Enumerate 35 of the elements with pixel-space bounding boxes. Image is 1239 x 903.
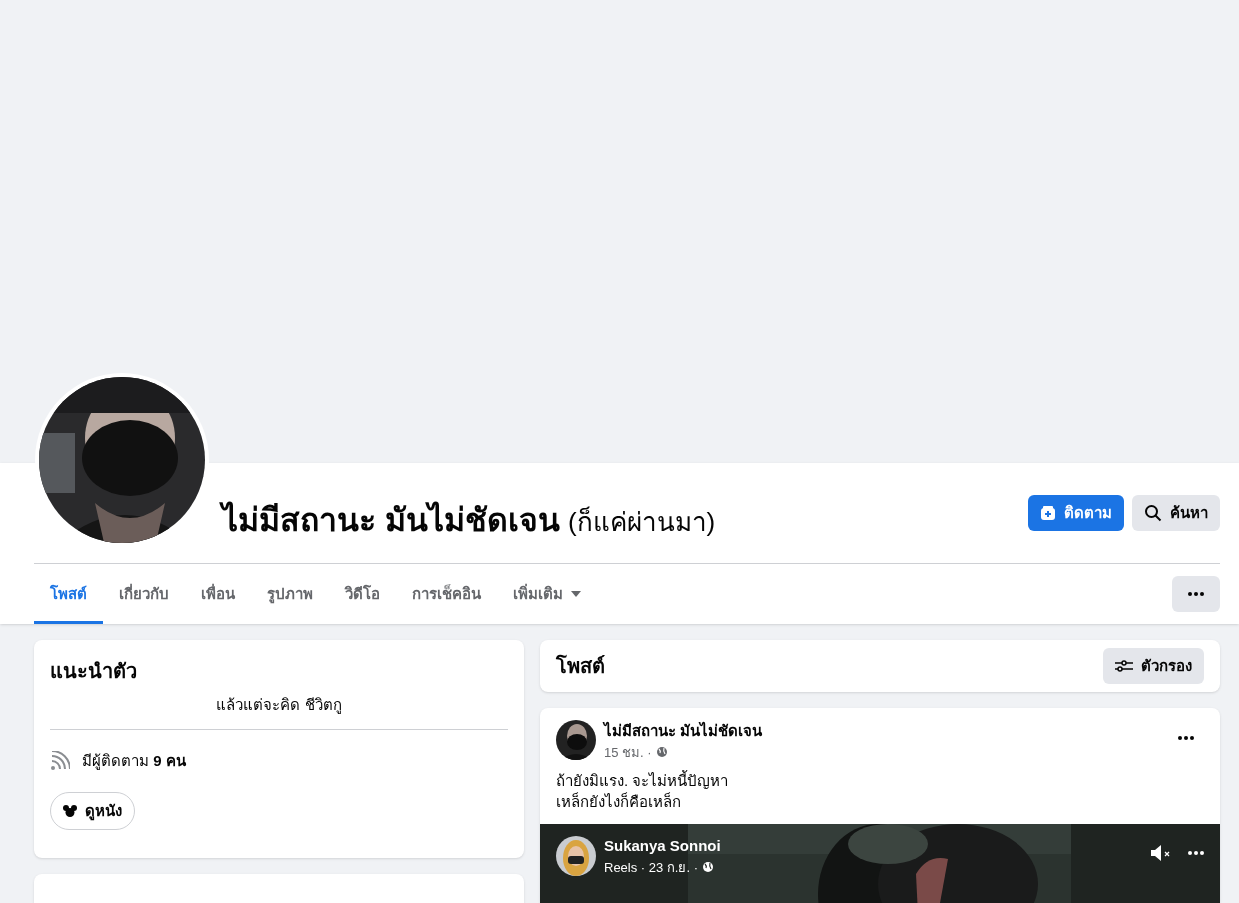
posts-title: โพสต์ [556,653,605,679]
rss-icon [50,750,70,771]
profile-tab[interactable]: โพสต์ [34,564,103,624]
more-options-button[interactable] [1172,576,1220,612]
muted-speaker-icon[interactable] [1150,844,1172,862]
mouse-ears-icon [63,805,77,817]
add-friend-icon [1040,505,1056,521]
search-icon [1144,504,1162,522]
alternate-name: (ก็แค่ผ่านมา) [567,505,716,539]
profile-tab[interactable]: เกี่ยวกับ [103,564,185,624]
sharer-name[interactable]: Sukanya Sonnoi [604,835,721,858]
filter-button[interactable]: ตัวกรอง [1103,648,1204,684]
sharer-avatar[interactable] [556,836,596,876]
intro-title: แนะนำตัว [50,659,138,684]
profile-tab[interactable]: การเช็คอิน [396,564,497,624]
profile-tab[interactable]: วิดีโอ [329,564,396,624]
post-author[interactable]: ไม่มีสถานะ มันไม่ชัดเจน [604,720,1168,743]
more-icon [1178,736,1194,740]
post-text: เหล็กยังไงก็คือเหล็ก [556,791,682,812]
author-avatar[interactable] [556,720,596,760]
sliders-icon [1115,659,1133,673]
post-time[interactable]: 15 ชม. · [604,742,652,762]
bio-text: แล้วแต่จะคิด ชีวิตกู [50,694,508,730]
search-button[interactable]: ค้นหา [1132,495,1220,531]
more-icon [1188,851,1204,855]
followers-count: มีผู้ติดตาม 9 คน [82,750,186,772]
reel-meta: Reels · 23 ก.ย. · [604,858,699,877]
post-text: ถ้ายังมิแรง. จะไม่หนี้ปัญหา [556,770,730,791]
more-icon [1188,592,1204,596]
globe-icon [655,746,668,759]
profile-tab[interactable]: เพิ่มเติม [497,564,597,624]
globe-icon [702,861,715,874]
follow-button[interactable]: ติดตาม [1028,495,1124,531]
profile-tab[interactable]: รูปภาพ [251,564,329,624]
profile-tab[interactable]: เพื่อน [185,564,251,624]
